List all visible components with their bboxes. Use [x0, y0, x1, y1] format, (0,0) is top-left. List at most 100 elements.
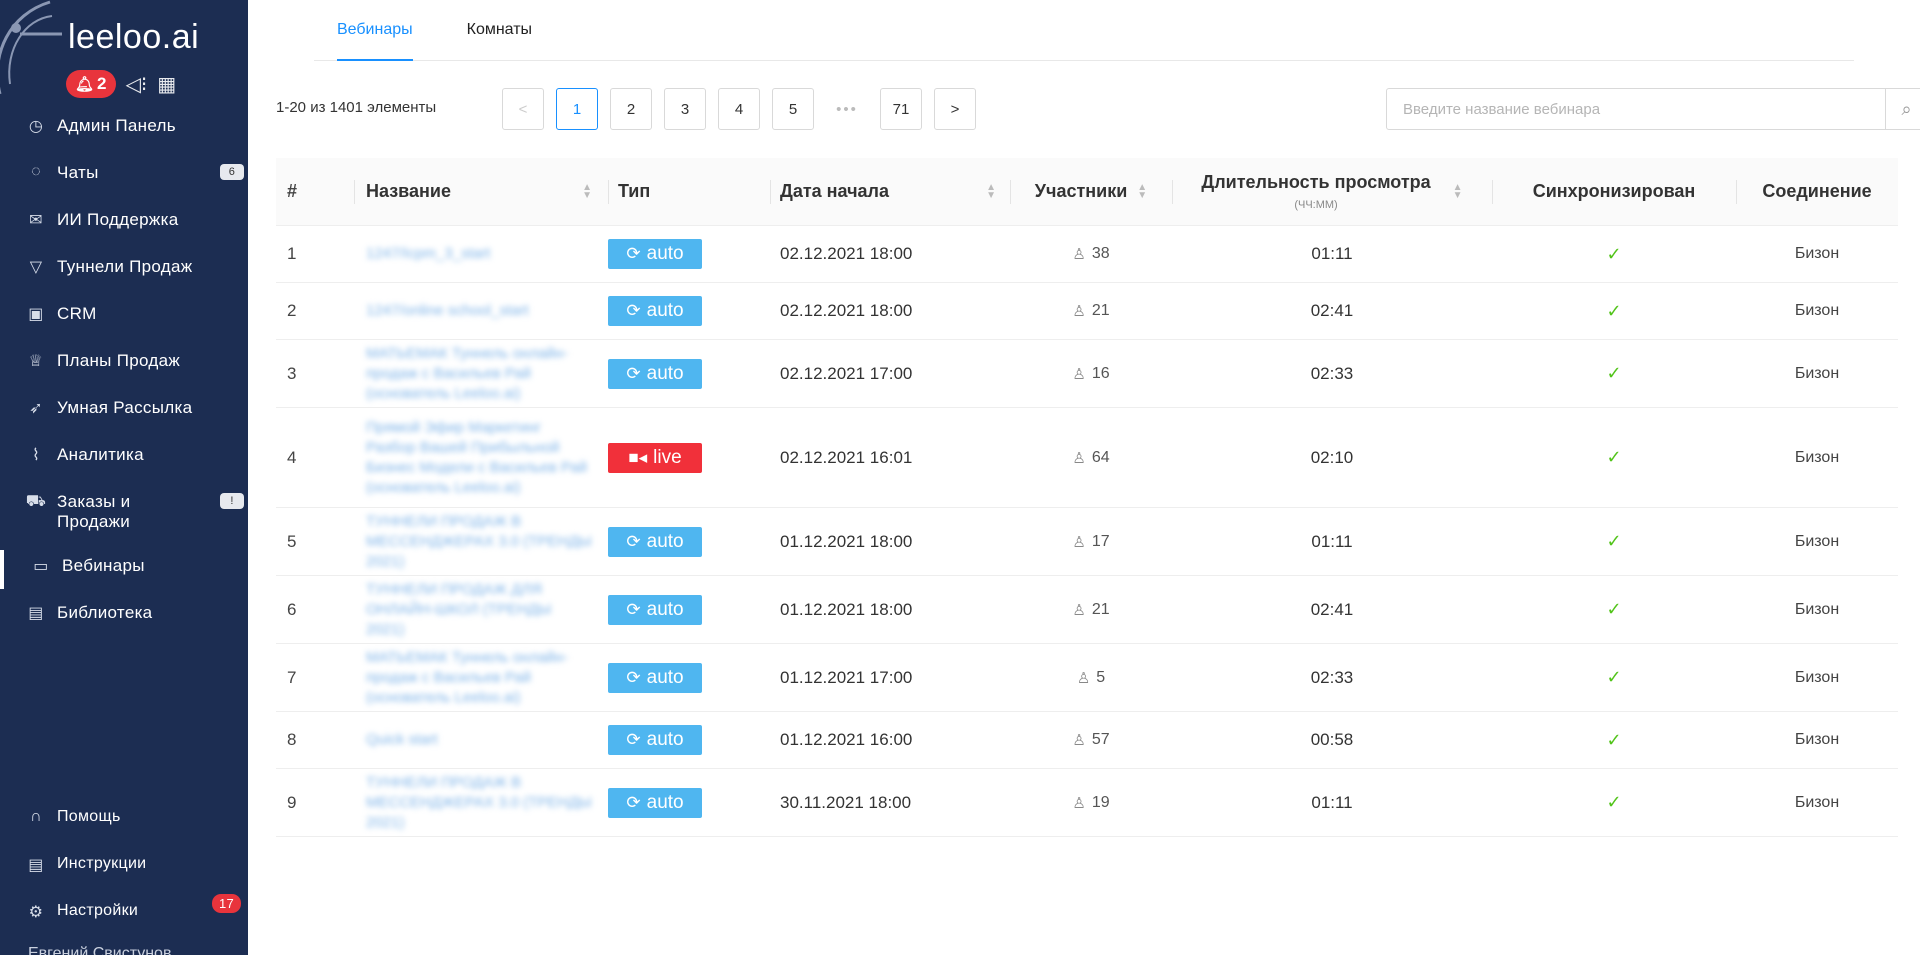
header-sync: Синхронизирован [1492, 158, 1736, 226]
type-cell: ⟳ auto [608, 725, 770, 755]
table-row[interactable]: 8 Quick start ⟳ auto 01.12.2021 16:00 ♙ 57 00:5… [276, 712, 1898, 769]
sidebar-item[interactable]: ▣ CRM [0, 296, 248, 343]
page-button[interactable]: 3 [664, 88, 706, 130]
page-button[interactable]: 1 [556, 88, 598, 130]
webinar-name-link[interactable]: ТУННЕЛИ ПРОДАЖ В МЕССЕНДЖЕРАХ 3.0 (ТРЕНД… [366, 773, 592, 833]
webinar-name-link[interactable]: МАТЬЕМАК Туннель онлайн-продаж с Василье… [366, 648, 592, 708]
page-button[interactable]: 71 [880, 88, 922, 130]
notifications-button[interactable]: 🔔︎ 2 [66, 70, 116, 98]
sidebar-item[interactable]: ▤ Библиотека [0, 595, 248, 642]
webinar-name-link[interactable]: Quick start [366, 730, 438, 750]
header-type: Тип [608, 158, 770, 226]
search-icon: ⌕ [1901, 98, 1912, 119]
participants-cell: ♙ 17 [1010, 533, 1172, 551]
row-number: 6 [287, 599, 297, 619]
refresh-icon: ⟳ [626, 667, 641, 687]
funnel-icon: ▽ [29, 259, 43, 276]
webinar-name-link[interactable]: МАТЬЕМАК Туннель онлайн-продаж с Василье… [366, 344, 592, 404]
table-row[interactable]: 2 1247/online school_start ⟳ auto 02.12.2021… [276, 283, 1898, 340]
header-participants[interactable]: Участники ▲ ▼ [1010, 158, 1172, 226]
sidebar-item[interactable]: ➶ Умная Рассылка [0, 390, 248, 437]
webinar-name-link[interactable]: ТУННЕЛИ ПРОДАЖ ДЛЯ ОНЛАЙН-ШКОЛ (ТРЕНДЫ 2… [366, 580, 592, 640]
header-duration[interactable]: Длительность просмотра (ЧЧ:ММ) ▲ ▼ [1172, 158, 1492, 226]
tab[interactable]: Вебинары [337, 0, 413, 61]
sort-icon[interactable]: ▲ ▼ [1137, 182, 1147, 200]
auto-badge: ⟳ auto [608, 358, 702, 389]
sidebar-item[interactable]: ⛟ Заказы и Продажи! [0, 484, 248, 548]
sidebar-item[interactable]: ▽ Туннели Продаж [0, 249, 248, 296]
participants-count: 17 [1091, 532, 1110, 550]
tabs: Вебинары Комнаты [314, 0, 1854, 61]
megaphone-icon[interactable]: ◁⁝ [126, 72, 148, 97]
user-icon: ♙ [1072, 601, 1086, 619]
table-row[interactable]: 7 МАТЬЕМАК Туннель онлайн-продаж с Василь… [276, 644, 1898, 712]
check-icon: ✓ [1606, 300, 1622, 321]
refresh-icon: ⟳ [626, 599, 641, 619]
chart-icon: ⌇ [31, 447, 41, 464]
sidebar-item[interactable]: ⌇ Аналитика [0, 437, 248, 484]
webinar-name-cell: 1247/online school_start [354, 301, 608, 321]
table-body: 1 1247/Icpm_3_start ⟳ auto 02.12.2021 18:00 ♙… [276, 226, 1898, 837]
table-row[interactable]: 1 1247/Icpm_3_start ⟳ auto 02.12.2021 18:00 ♙… [276, 226, 1898, 283]
type-label: auto [646, 791, 684, 813]
sidebar-item[interactable]: ♕ Планы Продаж [0, 343, 248, 390]
sidebar-item[interactable]: ⚙ Настройки 17 [0, 894, 248, 941]
main-content: Вебинары Комнаты 1-20 из 1401 элементы <1… [248, 0, 1920, 955]
sort-icon[interactable]: ▲ ▼ [582, 182, 592, 200]
sidebar-item[interactable]: ◷ Админ Панель [0, 108, 248, 155]
table-row[interactable]: 9 ТУННЕЛИ ПРОДАЖ В МЕССЕНДЖЕРАХ 3.0 (ТРЕН… [276, 769, 1898, 837]
sidebar-item-label: Инструкции [57, 855, 147, 872]
search-button[interactable]: ⌕ [1886, 88, 1920, 130]
sidebar-bottom-nav: ∩ Помощь ▤ Инструкции ⚙ Настройки 17 [0, 800, 248, 941]
webinar-name-link[interactable]: Прямой Эфир Маркетинг Разбор Вашей Прибы… [366, 418, 592, 498]
sidebar-badge: 6 [220, 164, 244, 180]
sidebar-item[interactable]: ▤ Инструкции [0, 847, 248, 894]
tab[interactable]: Комнаты [467, 0, 532, 61]
type-cell: ⟳ auto [608, 239, 770, 269]
table-row[interactable]: 6 ТУННЕЛИ ПРОДАЖ ДЛЯ ОНЛАЙН-ШКОЛ (ТРЕНДЫ … [276, 576, 1898, 644]
page-button[interactable]: 5 [772, 88, 814, 130]
range-text: 1-20 из 1401 элементы [276, 99, 437, 116]
auto-badge: ⟳ auto [608, 594, 702, 625]
webinar-name-link[interactable]: 1247/online school_start [366, 301, 529, 321]
page-button[interactable]: 4 [718, 88, 760, 130]
participants-cell: ♙ 16 [1010, 365, 1172, 383]
sidebar: leeloo.ai 🔔︎ 2 ◁⁝ ▦ ◷ Админ Панель ◌ Чаты 6 ✉… [0, 0, 248, 955]
next-page-button[interactable]: > [934, 88, 976, 130]
sidebar-item[interactable]: ▭ Вебинары [0, 548, 248, 595]
user-name[interactable]: Евгений Свистунов [28, 945, 171, 955]
table-row[interactable]: 4 Прямой Эфир Маркетинг Разбор Вашей Приб… [276, 408, 1898, 508]
watch-duration: 01:11 [1311, 792, 1353, 812]
table-row[interactable]: 5 ТУННЕЛИ ПРОДАЖ В МЕССЕНДЖЕРАХ 3.0 (ТРЕН… [276, 508, 1898, 576]
participants-cell: ♙ 21 [1010, 302, 1172, 320]
pagination-ellipsis[interactable]: ••• [826, 88, 868, 130]
participants-cell: ♙ 57 [1010, 731, 1172, 749]
watch-duration: 00:58 [1310, 730, 1354, 749]
table-row[interactable]: 3 МАТЬЕМАК Туннель онлайн-продаж с Василь… [276, 340, 1898, 408]
user-icon: ♙ [1072, 365, 1086, 383]
live-badge: ■◂ live [608, 442, 702, 473]
sidebar-item[interactable]: ∩ Помощь [0, 800, 248, 847]
page-button[interactable]: 2 [610, 88, 652, 130]
sort-icon[interactable]: ▲ ▼ [1453, 182, 1463, 200]
sidebar-item[interactable]: ◌ Чаты 6 [0, 155, 248, 202]
webinar-name-link[interactable]: ТУННЕЛИ ПРОДАЖ В МЕССЕНДЖЕРАХ 3.0 (ТРЕНД… [366, 512, 592, 572]
header-date[interactable]: Дата начала ▲ ▼ [770, 158, 1010, 226]
webinar-name-cell: МАТЬЕМАК Туннель онлайн-продаж с Василье… [354, 344, 608, 404]
prev-page-button[interactable]: < [502, 88, 544, 130]
webinar-name-cell: Прямой Эфир Маркетинг Разбор Вашей Прибы… [354, 418, 608, 498]
search-input[interactable] [1386, 88, 1886, 130]
gear-icon: ⚙ [28, 904, 44, 921]
webinar-name-link[interactable]: 1247/Icpm_3_start [366, 244, 490, 264]
connection: Бизон [1794, 532, 1840, 550]
sidebar-item[interactable]: ✉ ИИ Поддержка [0, 202, 248, 249]
refresh-icon: ⟳ [626, 301, 641, 320]
type-cell: ⟳ auto [608, 594, 770, 625]
connection: Бизон [1794, 668, 1840, 686]
type-label: auto [646, 530, 684, 552]
sort-icon[interactable]: ▲ ▼ [986, 182, 996, 200]
calendar-icon[interactable]: ▦ [157, 72, 176, 97]
auto-badge: ⟳ auto [608, 725, 702, 755]
header-name[interactable]: Название ▲ ▼ [354, 158, 608, 226]
type-label: auto [646, 598, 684, 620]
